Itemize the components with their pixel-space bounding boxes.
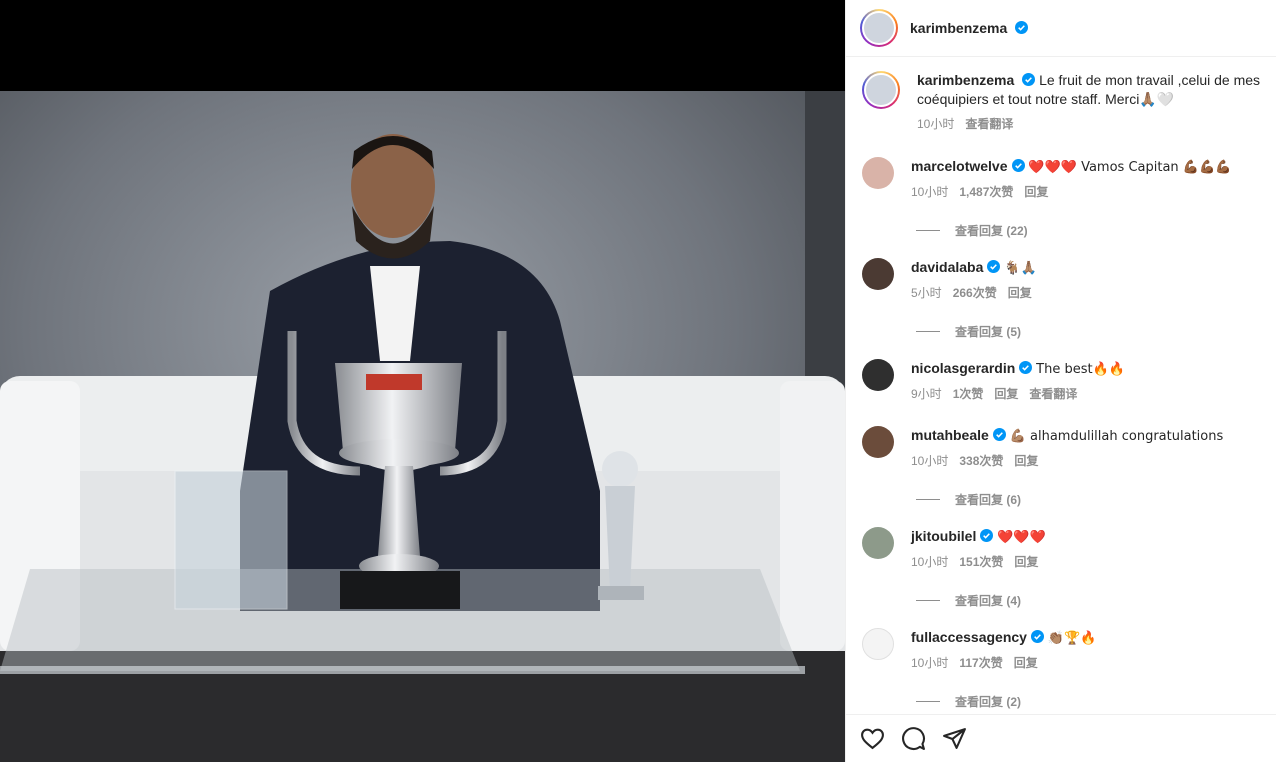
comment-translate-link[interactable]: 查看翻译 (1029, 385, 1077, 404)
author-avatar[interactable] (860, 9, 898, 47)
comment-row: mutahbeale 💪🏽 alhamdulillah congratulati… (862, 426, 1262, 471)
view-replies-button[interactable]: 查看回复 (4) (916, 592, 1021, 609)
action-bar (846, 714, 1276, 762)
comment-username[interactable]: marcelotwelve (911, 158, 1008, 174)
caption-time[interactable]: 10小时 (917, 115, 954, 134)
comment-avatar[interactable] (862, 157, 894, 189)
comment-avatar[interactable] (862, 527, 894, 559)
replies-divider (916, 600, 940, 601)
author-username-text[interactable]: karimbenzema (910, 20, 1007, 36)
comment-time[interactable]: 10小时 (911, 183, 948, 202)
verified-badge-icon (992, 428, 1006, 441)
comment-username[interactable]: fullaccessagency (911, 629, 1027, 645)
view-replies-label[interactable]: 查看回复 (5) (955, 323, 1021, 340)
comment-time[interactable]: 9小时 (911, 385, 942, 404)
replies-divider (916, 701, 940, 702)
share-icon[interactable] (942, 726, 967, 751)
verified-badge-icon (1022, 73, 1036, 86)
comment-time[interactable]: 5小时 (911, 284, 942, 303)
comment-time[interactable]: 10小时 (911, 553, 948, 572)
comment-row: nicolasgerardin The best🔥🔥 9小时 1次赞 回复 查看… (862, 359, 1262, 404)
view-replies-label[interactable]: 查看回复 (4) (955, 592, 1021, 609)
comment-text: ❤️❤️❤️ Vamos Capitan 💪🏾💪🏾💪🏾 (1028, 160, 1232, 175)
comment-text: The best🔥🔥 (1036, 362, 1125, 377)
verified-badge-icon (1011, 159, 1025, 172)
comment-time[interactable]: 10小时 (911, 654, 948, 673)
comment-username[interactable]: davidalaba (911, 259, 983, 275)
verified-badge-icon (1015, 21, 1029, 34)
comment-avatar[interactable] (862, 628, 894, 660)
comment-likes[interactable]: 1,487次赞 (959, 183, 1013, 202)
comment-likes[interactable]: 1次赞 (953, 385, 984, 404)
replies-divider (916, 499, 940, 500)
comment-icon[interactable] (901, 726, 926, 751)
comment-row: jkitoubilel ❤️❤️❤️ 10小时 151次赞 回复 (862, 527, 1262, 572)
post-photo[interactable] (0, 91, 845, 762)
comment-reply-button[interactable]: 回复 (1014, 553, 1038, 572)
heart-icon[interactable] (860, 726, 885, 751)
comment-avatar[interactable] (862, 258, 894, 290)
comment-text: 🐐🙏🏽 (1004, 261, 1037, 276)
caption-row: karimbenzema Le fruit de mon travail ,ce… (862, 71, 1262, 134)
post-header: karimbenzema (846, 0, 1276, 57)
comment-text: 💪🏽 alhamdulillah congratulations (1009, 429, 1224, 444)
comment-text: 👏🏽🏆🔥 (1047, 631, 1097, 646)
post-sidebar: karimbenzema karimbenzema Le fruit de mo… (845, 0, 1276, 762)
comments-list: karimbenzema Le fruit de mon travail ,ce… (846, 58, 1276, 714)
comment-avatar[interactable] (862, 359, 894, 391)
comment-username[interactable]: nicolasgerardin (911, 360, 1015, 376)
comment-row: fullaccessagency 👏🏽🏆🔥 10小时 117次赞 回复 (862, 628, 1262, 673)
comment-reply-button[interactable]: 回复 (1014, 654, 1038, 673)
replies-divider (916, 331, 940, 332)
caption-username[interactable]: karimbenzema (917, 72, 1014, 88)
view-replies-button[interactable]: 查看回复 (22) (916, 222, 1028, 239)
comment-text: ❤️❤️❤️ (997, 530, 1046, 545)
verified-badge-icon (1019, 361, 1033, 374)
comment-likes[interactable]: 117次赞 (959, 654, 1002, 673)
comment-reply-button[interactable]: 回复 (1014, 452, 1038, 471)
replies-divider (916, 230, 940, 231)
verified-badge-icon (980, 529, 994, 542)
view-replies-button[interactable]: 查看回复 (2) (916, 693, 1021, 710)
comment-likes[interactable]: 151次赞 (959, 553, 1003, 572)
view-replies-label[interactable]: 查看回复 (22) (955, 222, 1028, 239)
comment-avatar[interactable] (862, 426, 894, 458)
comment-username[interactable]: mutahbeale (911, 427, 989, 443)
caption-avatar[interactable] (862, 71, 900, 109)
author-username[interactable]: karimbenzema (910, 20, 1029, 36)
comment-row: marcelotwelve ❤️❤️❤️ Vamos Capitan 💪🏾💪🏾💪… (862, 157, 1262, 202)
view-replies-button[interactable]: 查看回复 (6) (916, 491, 1021, 508)
post-photo-panel (0, 0, 845, 762)
comment-reply-button[interactable]: 回复 (1024, 183, 1048, 202)
comment-time[interactable]: 10小时 (911, 452, 948, 471)
comment-likes[interactable]: 266次赞 (953, 284, 997, 303)
caption-translate-link[interactable]: 查看翻译 (965, 115, 1013, 134)
comment-reply-button[interactable]: 回复 (994, 385, 1018, 404)
comment-username[interactable]: jkitoubilel (911, 528, 976, 544)
verified-badge-icon (1030, 630, 1044, 643)
comment-row: davidalaba 🐐🙏🏽 5小时 266次赞 回复 (862, 258, 1262, 303)
view-replies-button[interactable]: 查看回复 (5) (916, 323, 1021, 340)
view-replies-label[interactable]: 查看回复 (2) (955, 693, 1021, 710)
comment-likes[interactable]: 338次赞 (959, 452, 1003, 471)
view-replies-label[interactable]: 查看回复 (6) (955, 491, 1021, 508)
verified-badge-icon (987, 260, 1001, 273)
comment-reply-button[interactable]: 回复 (1008, 284, 1032, 303)
